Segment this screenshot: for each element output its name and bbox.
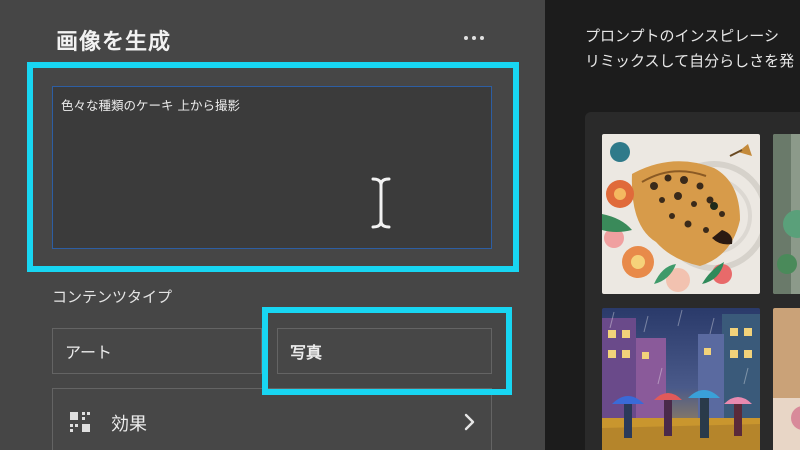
more-dot: [480, 36, 484, 40]
rainy-street-painting-image: [602, 308, 760, 450]
panel-title: 画像を生成: [56, 30, 172, 55]
more-options-button[interactable]: [458, 26, 490, 50]
jaguar-paper-art-image: [602, 134, 760, 294]
more-dot: [472, 36, 476, 40]
chevron-right-icon: [464, 413, 475, 431]
generate-image-panel: 画像を生成 色々な種類のケーキ 上から撮影 コンテンツタイプ アート 写真 効果: [0, 0, 545, 450]
prompt-text: 色々な種類のケーキ 上から撮影: [61, 98, 240, 113]
inspiration-panel: プロンプトのインスピレーシ リミックスして自分らしさを発: [545, 0, 800, 450]
content-type-photo-button[interactable]: 写真: [277, 328, 492, 374]
inspiration-heading: プロンプトのインスピレーシ リミックスして自分らしさを発: [585, 24, 800, 74]
effects-label: 効果: [111, 414, 147, 435]
gallery-item-rainy-street[interactable]: [602, 308, 760, 450]
more-horizontal-icon: [464, 36, 468, 40]
effects-button[interactable]: 効果: [52, 388, 492, 450]
inspiration-line-2: リミックスして自分らしさを発: [585, 52, 795, 70]
content-type-label: コンテンツタイプ: [52, 288, 173, 306]
partial-image: [773, 134, 800, 294]
content-type-art-button[interactable]: アート: [52, 328, 262, 374]
gallery-item-jaguar[interactable]: [602, 134, 760, 294]
inspiration-line-1: プロンプトのインスピレーシ: [585, 27, 779, 45]
gallery-item-partial-2[interactable]: [773, 308, 800, 450]
inspiration-gallery: [585, 112, 800, 450]
partial-image: [773, 308, 800, 450]
effects-grid-icon: [70, 412, 90, 432]
prompt-textarea[interactable]: 色々な種類のケーキ 上から撮影: [52, 86, 492, 249]
gallery-item-partial-1[interactable]: [773, 134, 800, 294]
text-cursor-icon: [371, 177, 391, 229]
